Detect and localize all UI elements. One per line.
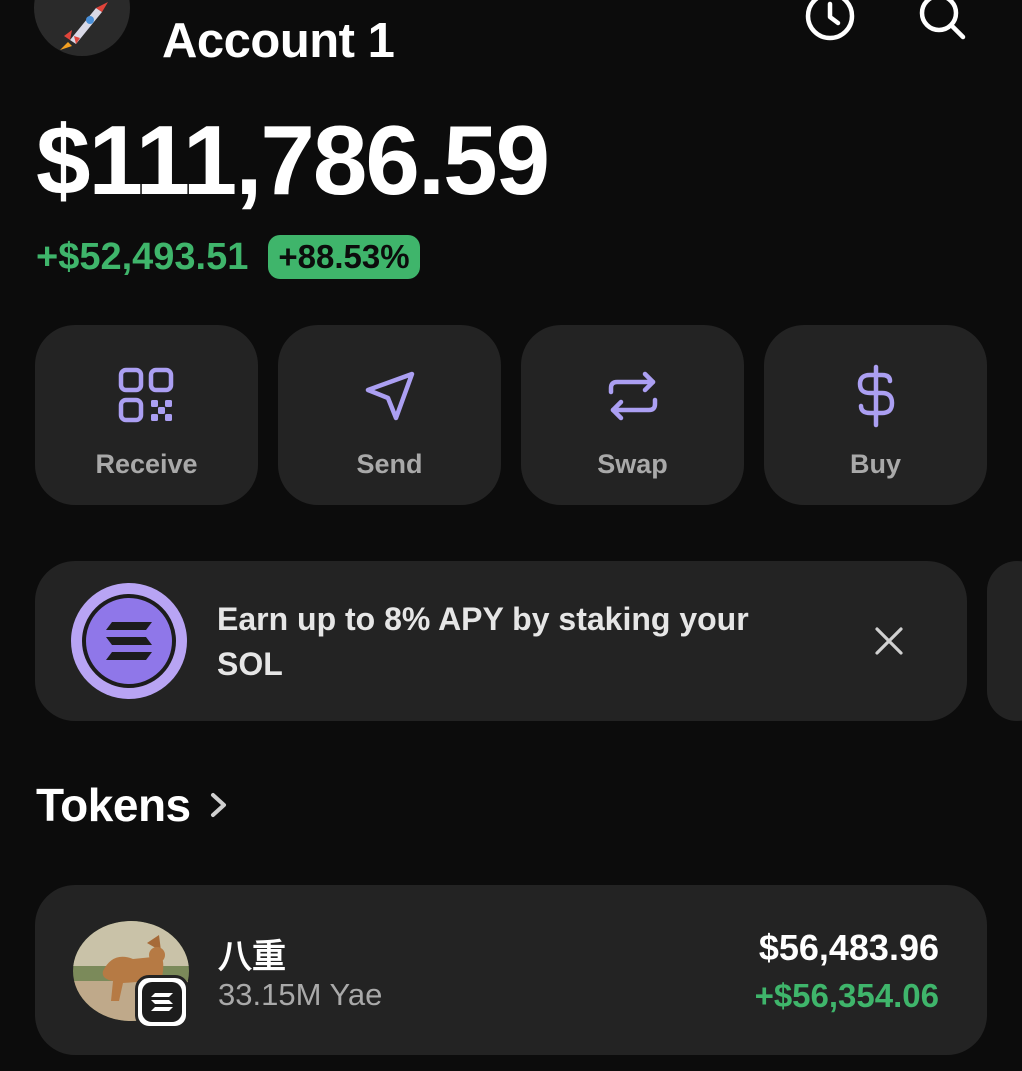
token-amount: 33.15M Yae: [218, 977, 383, 1012]
dollar-icon: [843, 363, 909, 429]
banner-close-button[interactable]: [871, 623, 907, 659]
swap-button[interactable]: Swap: [521, 325, 744, 505]
receive-button[interactable]: Receive: [35, 325, 258, 505]
rocket-icon: [60, 2, 108, 50]
token-name: 八重: [218, 938, 286, 976]
staking-banner-text: Earn up to 8% APY by staking your SOL: [217, 601, 749, 682]
tokens-section-header[interactable]: Tokens: [36, 778, 231, 832]
close-icon: [875, 627, 903, 655]
balance-change-amount: +$52,493.51: [36, 235, 249, 278]
token-value: $56,483.96: [758, 927, 939, 968]
balance-change-percent-badge: +88.53%: [268, 235, 420, 279]
search-icon: [919, 0, 966, 40]
send-icon: [357, 363, 423, 429]
wallet-home-screen: Account 1 $111,786.59 +$52,493.51 +88.53…: [0, 0, 1022, 1071]
buy-button[interactable]: Buy: [764, 325, 987, 505]
history-button[interactable]: [800, 0, 860, 46]
clock-icon: [805, 0, 855, 41]
solana-icon: [71, 583, 187, 699]
solana-chain-badge: [135, 975, 189, 1029]
qr-code-icon: [114, 363, 180, 429]
send-label: Send: [356, 449, 423, 479]
token-row[interactable]: 八重 33.15M Yae $56,483.96 +$56,354.06: [35, 885, 987, 1055]
search-button[interactable]: [912, 0, 972, 46]
staking-banner[interactable]: Earn up to 8% APY by staking your SOL: [35, 561, 967, 721]
tokens-title: Tokens: [36, 779, 191, 831]
action-buttons: Receive Send Swap Buy: [35, 325, 987, 505]
chevron-right-icon: [210, 793, 226, 817]
receive-label: Receive: [95, 449, 198, 479]
balance-change-row: +$52,493.51 +88.53%: [36, 232, 420, 282]
buy-label: Buy: [849, 449, 901, 479]
total-balance: $111,786.59: [36, 105, 550, 215]
token-change: +$56,354.06: [754, 977, 939, 1014]
swap-icon: [600, 363, 666, 429]
account-avatar[interactable]: [34, 0, 130, 56]
swap-label: Swap: [597, 449, 668, 479]
account-name[interactable]: Account 1: [162, 12, 395, 70]
next-banner-card[interactable]: [987, 561, 1022, 721]
send-button[interactable]: Send: [278, 325, 501, 505]
